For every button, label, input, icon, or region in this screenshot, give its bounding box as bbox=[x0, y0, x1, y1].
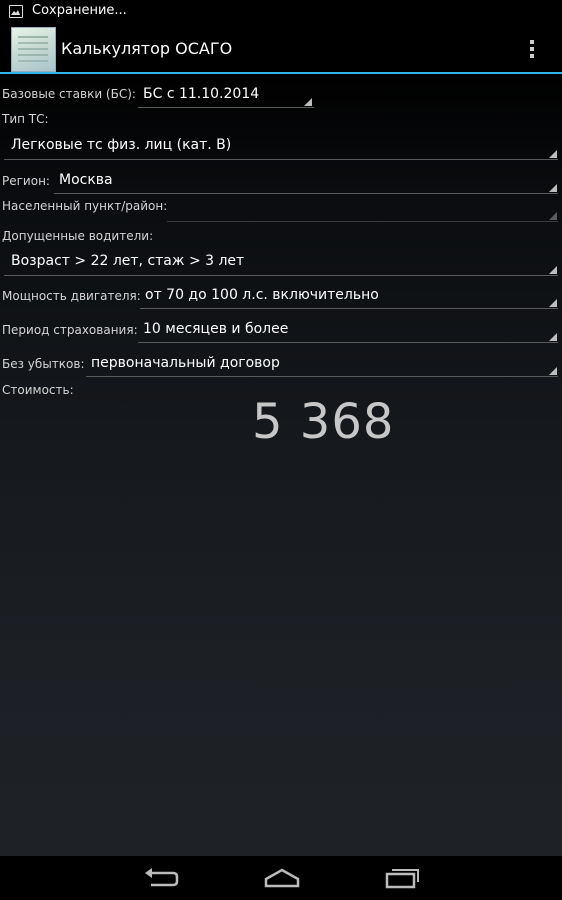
region-value: Москва bbox=[59, 172, 113, 188]
locality-spinner[interactable] bbox=[163, 194, 562, 222]
spinner-underline bbox=[4, 159, 558, 160]
cost-label: Стоимость: bbox=[2, 383, 74, 397]
region-spinner[interactable]: Москва bbox=[50, 166, 562, 194]
image-icon bbox=[9, 5, 23, 18]
calculator-form: Базовые ставки (БС): БС с 11.10.2014 Тип… bbox=[0, 76, 562, 856]
base-rates-value: БС с 11.10.2014 bbox=[143, 86, 260, 102]
base-rates-label: Базовые ставки (БС): bbox=[2, 87, 136, 101]
app-icon[interactable] bbox=[11, 27, 56, 72]
recent-apps-icon[interactable] bbox=[382, 864, 422, 892]
spinner-underline bbox=[140, 308, 558, 309]
vehicle-type-label: Тип ТС: bbox=[2, 112, 49, 126]
dropdown-arrow-icon bbox=[549, 184, 557, 192]
spinner-underline bbox=[4, 275, 558, 276]
dropdown-arrow-icon bbox=[549, 299, 557, 307]
no-claims-value: первоначальный договор bbox=[91, 355, 280, 371]
dropdown-arrow-icon bbox=[549, 212, 557, 220]
dropdown-arrow-icon bbox=[549, 266, 557, 274]
insurance-period-spinner[interactable]: 10 месяцев и более bbox=[134, 315, 562, 343]
home-icon[interactable] bbox=[262, 864, 302, 892]
dropdown-arrow-icon bbox=[549, 367, 557, 375]
spinner-underline bbox=[138, 107, 314, 108]
app-title: Калькулятор ОСАГО bbox=[61, 39, 233, 58]
locality-label: Населенный пункт/район: bbox=[2, 199, 168, 213]
engine-power-label: Мощность двигателя: bbox=[2, 289, 141, 303]
overflow-menu-icon[interactable] bbox=[522, 38, 542, 60]
base-rates-spinner[interactable]: БС с 11.10.2014 bbox=[134, 80, 316, 108]
drivers-label: Допущенные водители: bbox=[2, 229, 154, 243]
notification-text: Сохранение... bbox=[32, 3, 127, 18]
dropdown-arrow-icon bbox=[304, 98, 312, 106]
cost-value: 5 368 bbox=[252, 394, 395, 450]
dropdown-arrow-icon bbox=[549, 150, 557, 158]
spinner-underline bbox=[138, 342, 558, 343]
engine-power-spinner[interactable]: от 70 до 100 л.с. включительно bbox=[136, 281, 562, 309]
insurance-period-value: 10 месяцев и более bbox=[143, 321, 289, 337]
dropdown-arrow-icon bbox=[549, 333, 557, 341]
spinner-underline bbox=[86, 376, 558, 377]
no-claims-spinner[interactable]: первоначальный договор bbox=[82, 349, 562, 377]
action-bar: Калькулятор ОСАГО bbox=[0, 24, 562, 74]
back-icon[interactable] bbox=[141, 864, 181, 892]
drivers-spinner[interactable]: Возраст > 22 лет, стаж > 3 лет bbox=[0, 246, 562, 276]
navigation-bar bbox=[0, 856, 562, 900]
vehicle-type-spinner[interactable]: Легковые тс физ. лиц (кат. B) bbox=[0, 130, 562, 160]
region-label: Регион: bbox=[2, 174, 50, 188]
engine-power-value: от 70 до 100 л.с. включительно bbox=[145, 287, 379, 303]
no-claims-label: Без убытков: bbox=[2, 357, 85, 371]
spinner-underline bbox=[167, 221, 558, 222]
vehicle-type-value: Легковые тс физ. лиц (кат. B) bbox=[11, 137, 232, 153]
status-bar: Сохранение... bbox=[0, 0, 562, 24]
insurance-period-label: Период страхования: bbox=[2, 323, 138, 337]
drivers-value: Возраст > 22 лет, стаж > 3 лет bbox=[11, 253, 245, 269]
